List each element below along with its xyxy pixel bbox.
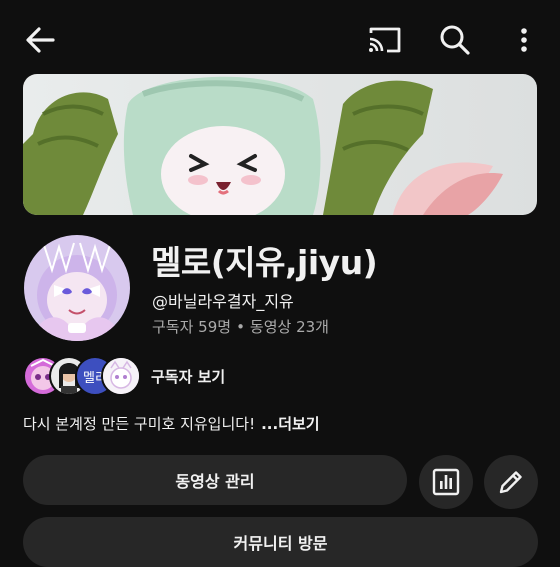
description-text: 다시 본계정 만든 구미호 지유입니다! (23, 415, 256, 433)
top-bar (0, 0, 560, 74)
channel-name: 멜로(지유,jiyu) (151, 243, 378, 282)
view-subscribers-label: 구독자 보기 (151, 368, 226, 386)
view-subscribers-row[interactable]: 멜리 구독자 보기 (23, 356, 323, 396)
subscriber-avatar (101, 356, 141, 396)
search-icon (440, 25, 470, 55)
channel-stats: 구독자 59명 • 동영상 23개 (152, 316, 329, 337)
more-link[interactable]: ...더보기 (261, 415, 320, 433)
analytics-button[interactable] (419, 455, 473, 509)
stats-separator: • (236, 318, 245, 336)
more-vertical-icon (521, 28, 527, 52)
visit-community-label: 커뮤니티 방문 (233, 534, 328, 553)
channel-avatar[interactable] (24, 235, 130, 341)
arrow-left-icon (26, 27, 55, 53)
channel-description[interactable]: 다시 본계정 만든 구미호 지유입니다! ...더보기 (23, 413, 320, 434)
manage-videos-label: 동영상 관리 (175, 472, 255, 491)
search-button[interactable] (434, 20, 476, 60)
video-count: 동영상 23개 (249, 318, 329, 336)
back-button[interactable] (20, 22, 60, 58)
edit-button[interactable] (484, 455, 538, 509)
cast-button[interactable] (364, 22, 406, 58)
channel-handle: @바닐라우결자_지유 (152, 292, 294, 311)
avatar-image (24, 235, 130, 341)
subscriber-count: 구독자 59명 (152, 318, 232, 336)
bar-chart-icon (432, 468, 460, 496)
more-options-button[interactable] (508, 20, 540, 60)
cast-icon (369, 27, 401, 53)
pencil-icon (499, 471, 522, 494)
channel-banner[interactable] (23, 74, 537, 215)
manage-videos-button[interactable]: 동영상 관리 (23, 455, 407, 505)
banner-image (23, 74, 537, 215)
